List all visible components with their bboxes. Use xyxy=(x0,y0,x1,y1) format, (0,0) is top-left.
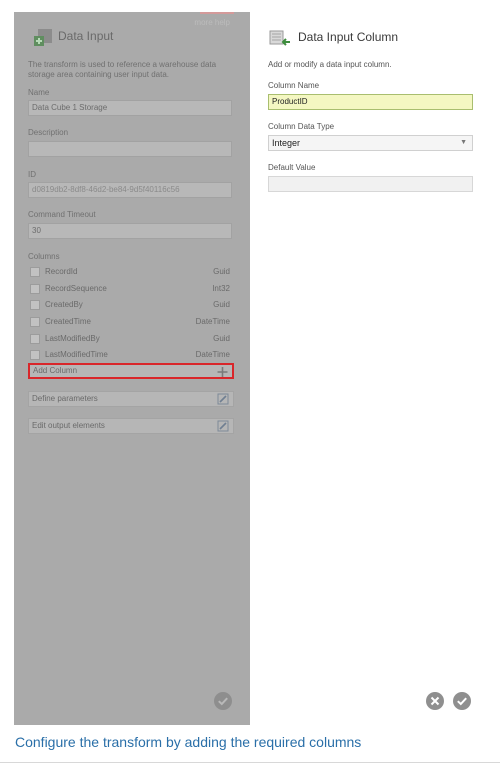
column-row[interactable]: CreatedTime DateTime xyxy=(30,315,230,329)
default-value-label: Default Value xyxy=(268,163,316,172)
define-parameters-button[interactable]: Define parameters xyxy=(28,391,234,407)
column-row[interactable]: CreatedBy Guid xyxy=(30,298,230,312)
description-field[interactable] xyxy=(28,141,232,157)
timeout-field[interactable]: 30 xyxy=(28,223,232,239)
column-row[interactable]: LastModifiedTime DateTime xyxy=(30,348,230,362)
panel-title: Data Input Column xyxy=(298,30,399,44)
cancel-icon[interactable] xyxy=(426,692,444,710)
more-help-indicator xyxy=(200,12,234,14)
column-type: Int32 xyxy=(212,284,230,293)
column-name: CreatedTime xyxy=(45,317,91,326)
data-type-value: Integer xyxy=(272,138,301,148)
name-field[interactable]: Data Cube 1 Storage xyxy=(28,100,232,116)
data-input-column-icon xyxy=(269,30,290,46)
data-type-label: Column Data Type xyxy=(268,122,335,131)
default-value-input[interactable] xyxy=(268,176,473,192)
edit-output-elements-button[interactable]: Edit output elements xyxy=(28,418,234,434)
dropdown-arrow-icon: ▼ xyxy=(460,139,467,146)
plus-icon xyxy=(217,367,228,377)
column-type: DateTime xyxy=(195,317,230,326)
edit-output-label: Edit output elements xyxy=(32,421,105,430)
id-label: ID xyxy=(28,170,36,179)
checkmark-icon[interactable] xyxy=(214,692,232,710)
column-name: LastModifiedTime xyxy=(45,350,108,359)
column-type: Guid xyxy=(213,267,230,276)
column-row[interactable]: RecordSequence Int32 xyxy=(30,282,230,296)
data-input-icon xyxy=(34,29,52,46)
column-type: Guid xyxy=(213,334,230,343)
column-checkbox[interactable] xyxy=(30,317,40,327)
data-type-select[interactable]: Integer ▼ xyxy=(268,135,473,151)
column-name: RecordSequence xyxy=(45,284,107,293)
column-name: LastModifiedBy xyxy=(45,334,100,343)
columns-label: Columns xyxy=(28,252,60,261)
add-column-button[interactable]: Add Column xyxy=(28,363,234,379)
column-name: CreatedBy xyxy=(45,300,83,309)
timeout-label: Command Timeout xyxy=(28,210,96,219)
panel-subtitle: Add or modify a data input column. xyxy=(268,60,392,69)
more-help-link[interactable]: more help xyxy=(194,18,230,27)
column-checkbox[interactable] xyxy=(30,334,40,344)
description-label: Description xyxy=(28,128,69,137)
name-label: Name xyxy=(28,88,50,97)
panel-description: The transform is used to reference a war… xyxy=(28,60,217,79)
checkmark-icon[interactable] xyxy=(453,692,471,710)
column-type: Guid xyxy=(213,300,230,309)
column-checkbox[interactable] xyxy=(30,267,40,277)
data-input-panel: more help Data Input The transform is us… xyxy=(14,12,250,725)
column-checkbox[interactable] xyxy=(30,284,40,294)
column-row[interactable]: RecordId Guid xyxy=(30,265,230,279)
add-column-label: Add Column xyxy=(33,366,78,375)
caption: Configure the transform by adding the re… xyxy=(15,734,362,750)
column-name-input[interactable]: ProductID xyxy=(268,94,473,110)
column-checkbox[interactable] xyxy=(30,350,40,360)
column-row[interactable]: LastModifiedBy Guid xyxy=(30,332,230,346)
define-parameters-label: Define parameters xyxy=(32,394,98,403)
column-name-label: Column Name xyxy=(268,81,320,90)
column-name: RecordId xyxy=(45,267,78,276)
column-type: DateTime xyxy=(195,350,230,359)
column-checkbox[interactable] xyxy=(30,300,40,310)
edit-icon xyxy=(217,393,229,405)
edit-icon xyxy=(217,420,229,432)
divider xyxy=(0,762,500,763)
id-field: d0819db2-8df8-46d2-be84-9d5f40116c56 xyxy=(28,182,232,198)
panel-title: Data Input xyxy=(58,29,114,43)
